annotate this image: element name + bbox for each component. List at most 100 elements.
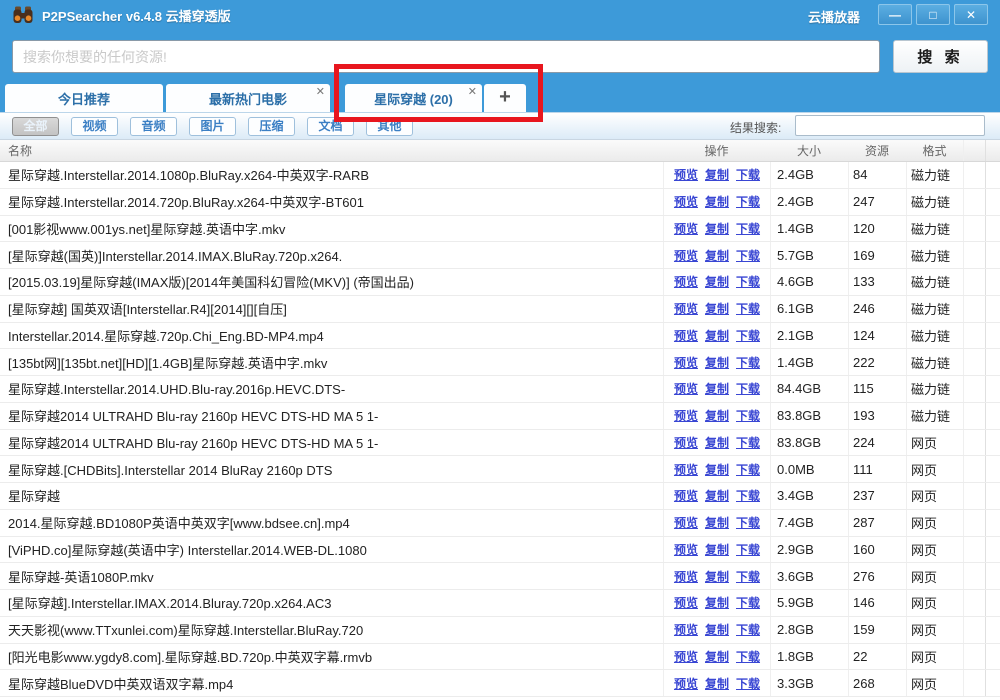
- preview-link[interactable]: 预览: [674, 220, 698, 237]
- table-row[interactable]: 星际穿越.[CHDBits].Interstellar 2014 BluRay …: [0, 456, 1000, 483]
- copy-link[interactable]: 复制: [705, 166, 729, 183]
- download-link[interactable]: 下载: [736, 541, 760, 558]
- copy-link[interactable]: 复制: [705, 487, 729, 504]
- table-row[interactable]: 星际穿越.Interstellar.2014.720p.BluRay.x264-…: [0, 189, 1000, 216]
- header-size[interactable]: 大小: [770, 140, 848, 161]
- preview-link[interactable]: 预览: [674, 594, 698, 611]
- table-row[interactable]: 星际穿越预览复制下载3.4GB237网页: [0, 483, 1000, 510]
- table-row[interactable]: 星际穿越.Interstellar.2014.1080p.BluRay.x264…: [0, 162, 1000, 189]
- filter-button-全部[interactable]: 全部: [12, 117, 59, 136]
- tab-1[interactable]: 最新热门电影✕: [166, 84, 330, 112]
- copy-link[interactable]: 复制: [705, 193, 729, 210]
- download-link[interactable]: 下载: [736, 193, 760, 210]
- filter-button-视频[interactable]: 视频: [71, 117, 118, 136]
- download-link[interactable]: 下载: [736, 594, 760, 611]
- copy-link[interactable]: 复制: [705, 675, 729, 692]
- table-row[interactable]: [星际穿越(国英)]Interstellar.2014.IMAX.BluRay.…: [0, 242, 1000, 269]
- table-row[interactable]: 星际穿越-英语1080P.mkv预览复制下载3.6GB276网页: [0, 563, 1000, 590]
- download-link[interactable]: 下载: [736, 568, 760, 585]
- table-row[interactable]: 星际穿越2014 ULTRAHD Blu-ray 2160p HEVC DTS-…: [0, 403, 1000, 430]
- table-row[interactable]: [ViPHD.co]星际穿越(英语中字) Interstellar.2014.W…: [0, 537, 1000, 564]
- table-row[interactable]: 2014.星际穿越.BD1080P英语中英双字[www.bdsee.cn].mp…: [0, 510, 1000, 537]
- preview-link[interactable]: 预览: [674, 193, 698, 210]
- preview-link[interactable]: 预览: [674, 648, 698, 665]
- copy-link[interactable]: 复制: [705, 541, 729, 558]
- preview-link[interactable]: 预览: [674, 568, 698, 585]
- download-link[interactable]: 下载: [736, 354, 760, 371]
- preview-link[interactable]: 预览: [674, 354, 698, 371]
- copy-link[interactable]: 复制: [705, 514, 729, 531]
- table-row[interactable]: [001影视www.001ys.net]星际穿越.英语中字.mkv预览复制下载1…: [0, 216, 1000, 243]
- table-row[interactable]: 天天影视(www.TTxunlei.com)星际穿越.Interstellar.…: [0, 617, 1000, 644]
- close-button[interactable]: ✕: [954, 4, 988, 25]
- preview-link[interactable]: 预览: [674, 621, 698, 638]
- copy-link[interactable]: 复制: [705, 568, 729, 585]
- download-link[interactable]: 下载: [736, 380, 760, 397]
- preview-link[interactable]: 预览: [674, 300, 698, 317]
- copy-link[interactable]: 复制: [705, 594, 729, 611]
- copy-link[interactable]: 复制: [705, 380, 729, 397]
- download-link[interactable]: 下载: [736, 273, 760, 290]
- copy-link[interactable]: 复制: [705, 461, 729, 478]
- download-link[interactable]: 下载: [736, 648, 760, 665]
- copy-link[interactable]: 复制: [705, 648, 729, 665]
- copy-link[interactable]: 复制: [705, 273, 729, 290]
- copy-link[interactable]: 复制: [705, 621, 729, 638]
- copy-link[interactable]: 复制: [705, 434, 729, 451]
- table-row[interactable]: 星际穿越2014 ULTRAHD Blu-ray 2160p HEVC DTS-…: [0, 430, 1000, 457]
- download-link[interactable]: 下载: [736, 327, 760, 344]
- filter-button-压缩[interactable]: 压缩: [248, 117, 295, 136]
- filter-button-文档[interactable]: 文档: [307, 117, 354, 136]
- preview-link[interactable]: 预览: [674, 514, 698, 531]
- preview-link[interactable]: 预览: [674, 327, 698, 344]
- preview-link[interactable]: 预览: [674, 434, 698, 451]
- copy-link[interactable]: 复制: [705, 407, 729, 424]
- copy-link[interactable]: 复制: [705, 300, 729, 317]
- download-link[interactable]: 下载: [736, 487, 760, 504]
- new-tab-button[interactable]: +: [484, 84, 526, 112]
- copy-link[interactable]: 复制: [705, 354, 729, 371]
- preview-link[interactable]: 预览: [674, 487, 698, 504]
- header-resources[interactable]: 资源: [848, 140, 906, 161]
- result-search-input[interactable]: [795, 115, 985, 136]
- download-link[interactable]: 下载: [736, 407, 760, 424]
- tab-2-active[interactable]: 星际穿越 (20)✕: [345, 84, 482, 112]
- preview-link[interactable]: 预览: [674, 541, 698, 558]
- filter-button-音频[interactable]: 音频: [130, 117, 177, 136]
- search-input[interactable]: [12, 40, 880, 73]
- preview-link[interactable]: 预览: [674, 247, 698, 264]
- table-row[interactable]: [阳光电影www.ygdy8.com].星际穿越.BD.720p.中英双字幕.r…: [0, 644, 1000, 671]
- table-row[interactable]: [135bt网][135bt.net][HD][1.4GB]星际穿越.英语中字.…: [0, 349, 1000, 376]
- download-link[interactable]: 下载: [736, 220, 760, 237]
- download-link[interactable]: 下载: [736, 434, 760, 451]
- copy-link[interactable]: 复制: [705, 247, 729, 264]
- download-link[interactable]: 下载: [736, 300, 760, 317]
- table-row[interactable]: [星际穿越].Interstellar.IMAX.2014.Bluray.720…: [0, 590, 1000, 617]
- preview-link[interactable]: 预览: [674, 461, 698, 478]
- table-row[interactable]: 星际穿越.Interstellar.2014.UHD.Blu-ray.2016p…: [0, 376, 1000, 403]
- download-link[interactable]: 下载: [736, 247, 760, 264]
- cloud-player-button[interactable]: 云播放器: [808, 7, 860, 26]
- table-row[interactable]: [2015.03.19]星际穿越(IMAX版)[2014年美国科幻冒险(MKV)…: [0, 269, 1000, 296]
- table-row[interactable]: 星际穿越BlueDVD中英双语双字幕.mp4预览复制下载3.3GB268网页: [0, 670, 1000, 697]
- header-name[interactable]: 名称: [0, 142, 663, 159]
- filter-button-其他[interactable]: 其他: [366, 117, 413, 136]
- preview-link[interactable]: 预览: [674, 166, 698, 183]
- maximize-button[interactable]: □: [916, 4, 950, 25]
- download-link[interactable]: 下载: [736, 461, 760, 478]
- header-actions[interactable]: 操作: [663, 140, 770, 161]
- title-bar[interactable]: P2PSearcher v6.4.8 云播穿透版 云播放器 — □ ✕: [0, 0, 1000, 30]
- tab-close-icon[interactable]: ✕: [468, 86, 477, 97]
- table-row[interactable]: [星际穿越] 国英双语[Interstellar.R4][2014][][自压]…: [0, 296, 1000, 323]
- search-button[interactable]: 搜 索: [893, 40, 988, 73]
- download-link[interactable]: 下载: [736, 166, 760, 183]
- tab-close-icon[interactable]: ✕: [316, 86, 325, 97]
- preview-link[interactable]: 预览: [674, 675, 698, 692]
- copy-link[interactable]: 复制: [705, 327, 729, 344]
- table-row[interactable]: Interstellar.2014.星际穿越.720p.Chi_Eng.BD-M…: [0, 323, 1000, 350]
- tab-0[interactable]: 今日推荐: [5, 84, 163, 112]
- header-format[interactable]: 格式: [906, 140, 963, 161]
- minimize-button[interactable]: —: [878, 4, 912, 25]
- download-link[interactable]: 下载: [736, 621, 760, 638]
- filter-button-图片[interactable]: 图片: [189, 117, 236, 136]
